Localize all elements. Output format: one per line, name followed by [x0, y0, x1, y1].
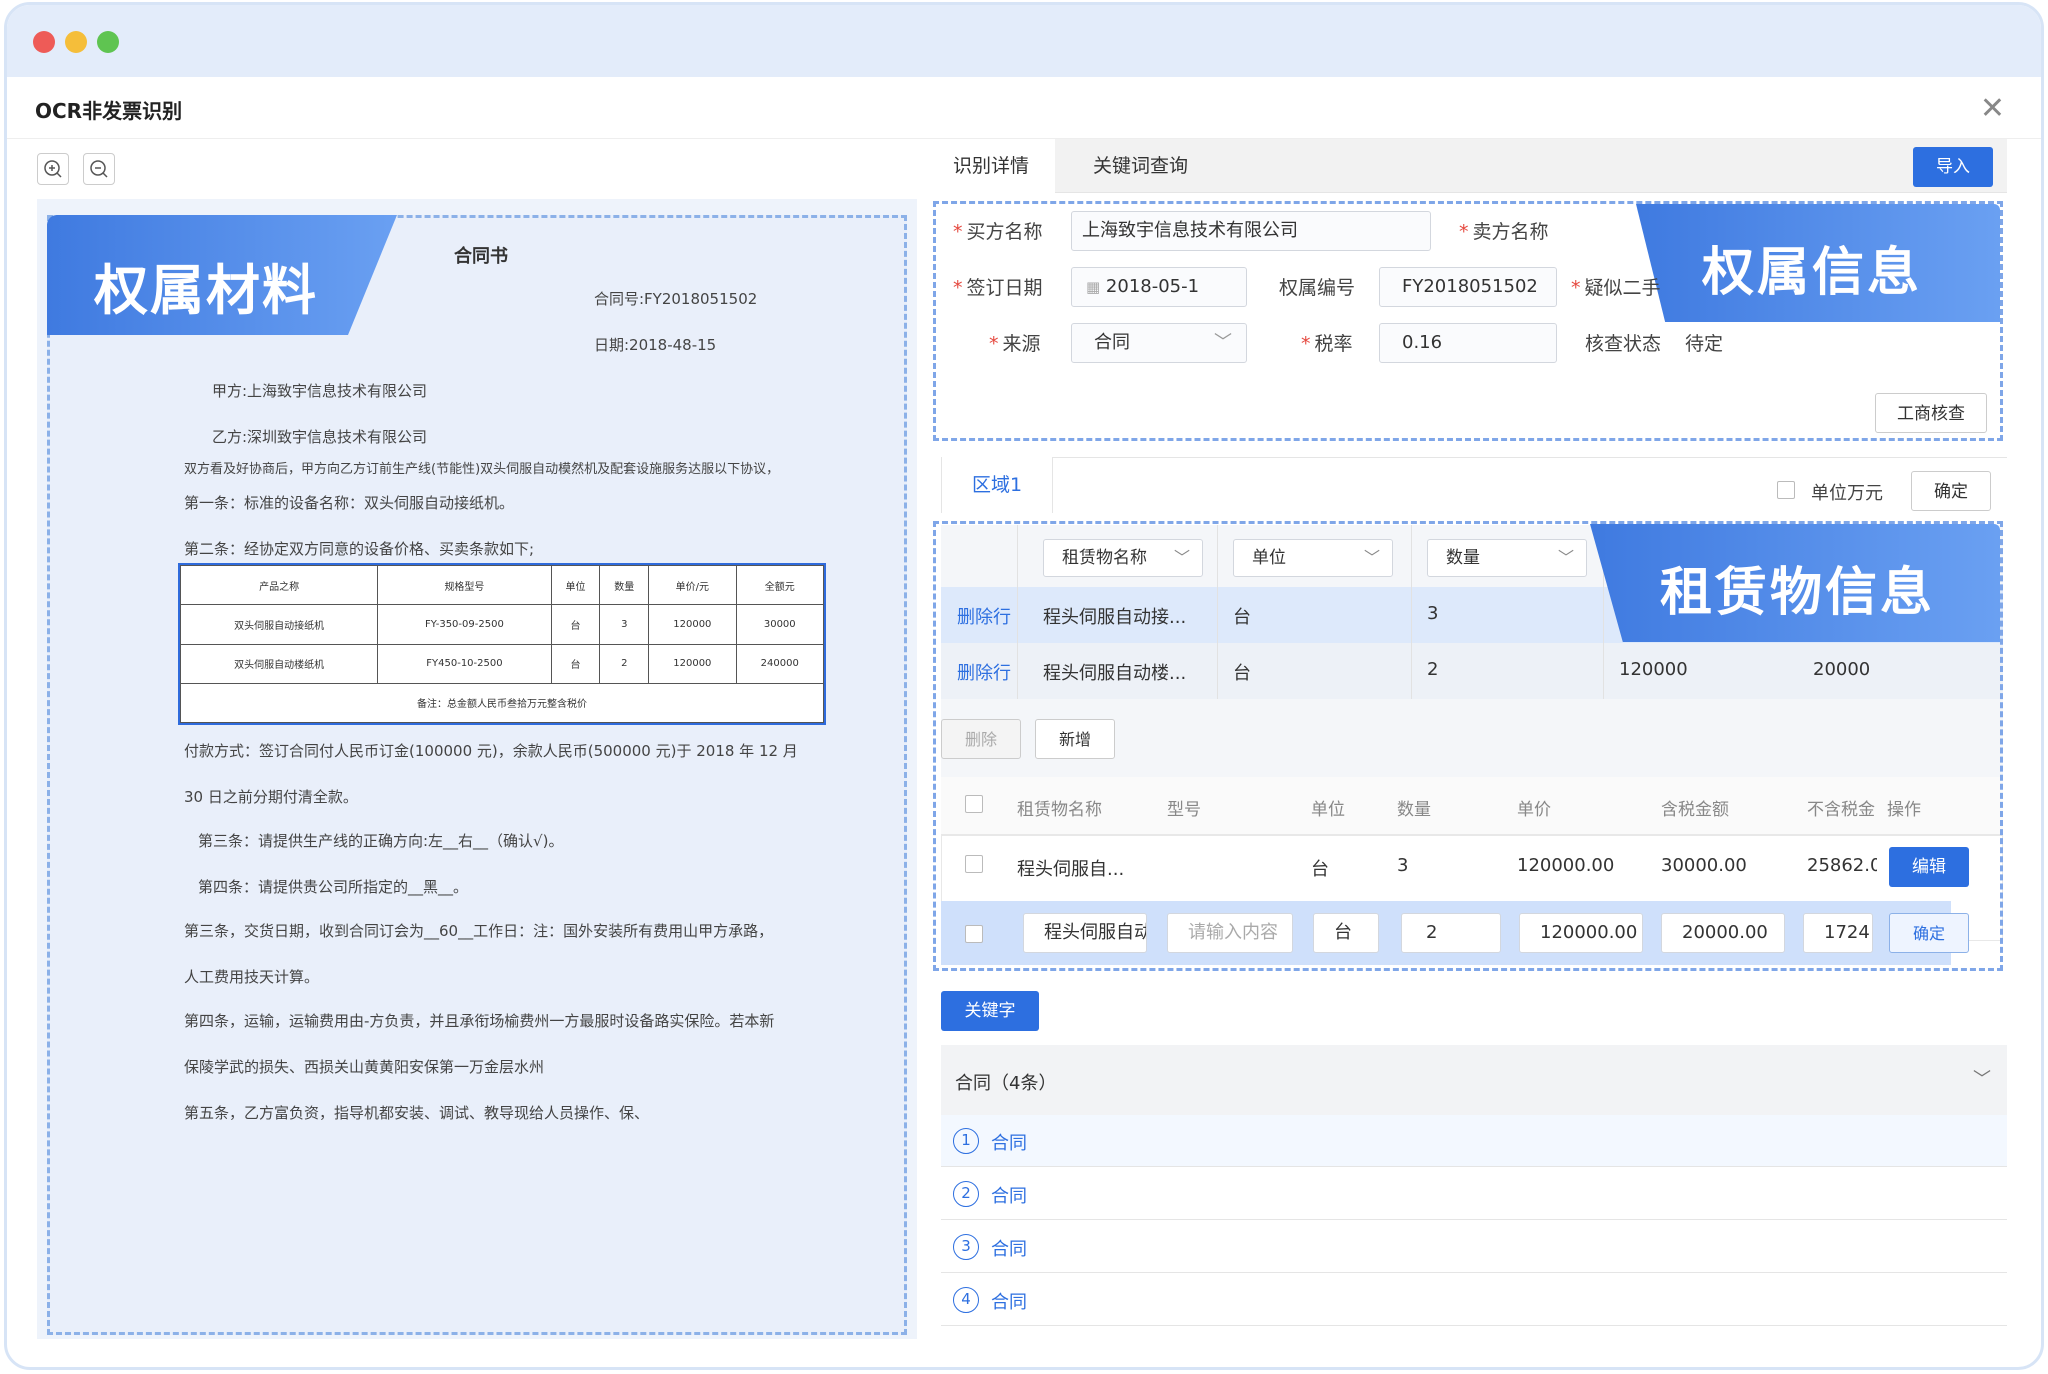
region-divider: [941, 457, 2007, 458]
doc-party-b: 乙方:深圳致宇信息技术有限公司: [212, 428, 428, 446]
keyword-item-label[interactable]: 合同: [991, 1288, 1027, 1314]
detail-panel: 识别详情 关键词查询 导入 权属信息 * 买方名称 上海致宇信息技术有限公司 * 卖…: [927, 139, 2037, 1339]
zoom-in-icon[interactable]: [37, 153, 69, 185]
lease-banner: 租赁物信息: [1590, 524, 2000, 642]
tax-label: * 税率: [1301, 333, 1353, 355]
mini-td: 台: [550, 604, 601, 645]
status-value: 待定: [1685, 333, 1724, 355]
mini-td: FY450-10-2500: [377, 643, 552, 684]
status-label: 核查状态: [1585, 333, 1662, 355]
material-banner-label: 权属材料: [94, 259, 318, 322]
tab-keyword[interactable]: 关键词查询: [1067, 139, 1214, 193]
doc-clause-1: 第一条：标准的设备名称：双头伺服自动接纸机。: [184, 494, 515, 512]
ownership-banner-label: 权属信息: [1702, 243, 1923, 303]
region-confirm-button[interactable]: 确定: [1911, 471, 1991, 511]
tab-detail[interactable]: 识别详情: [927, 139, 1056, 193]
mini-td: 120000: [648, 604, 737, 645]
maximize-dot-icon[interactable]: [97, 31, 119, 53]
mini-th: 产品之称: [179, 564, 379, 606]
mini-td: 120000: [648, 643, 737, 684]
number-badge: 3: [953, 1234, 979, 1260]
keyword-item-label[interactable]: 合同: [991, 1235, 1027, 1261]
keyword-item-label[interactable]: 合同: [991, 1129, 1027, 1155]
mini-td: 240000: [735, 643, 825, 684]
close-icon[interactable]: ✕: [1980, 91, 2005, 126]
mini-td: 双头伺服自动楼纸机: [179, 643, 379, 684]
doc-payment-2: 30 日之前分期付清全款。: [184, 788, 358, 806]
tab-region-1[interactable]: 区域1: [941, 457, 1053, 513]
chevron-down-icon: ﹀: [1214, 332, 1232, 353]
doc-clause-3a: 第三条：请提供生产线的正确方向:左__右__（确认√)。: [198, 832, 564, 850]
doc-clause-3b: 第三条，交货日期，收到合同订会为__60__工作日：注：国外安装所有费用山甲方承…: [184, 922, 774, 940]
sign-date-label: * 签订日期: [953, 277, 1043, 299]
keyword-item[interactable]: 2 合同: [941, 1168, 2007, 1220]
mini-th: 全额元: [735, 564, 825, 606]
ownership-banner: 权属信息: [1636, 204, 2000, 322]
buyer-label: * 买方名称: [953, 221, 1043, 243]
close-dot-icon[interactable]: [33, 31, 55, 53]
doc-contract-no: 合同号:FY2018051502: [594, 290, 758, 308]
unit-label: 单位万元: [1811, 483, 1883, 504]
app-window: OCR非发票识别 ✕ 权属材料 合同书 合同号:FY2018051502 日期:…: [4, 2, 2044, 1370]
doc-intro: 双方看及好协商后，甲方向乙方订前生产线(节能性)双头伺服自动模然机及配套设施服务…: [184, 462, 780, 477]
keyword-button[interactable]: 关键字: [941, 991, 1039, 1031]
keyword-item-label[interactable]: 合同: [991, 1182, 1027, 1208]
contract-document: 权属材料 合同书 合同号:FY2018051502 日期:2018-48-15 …: [47, 215, 904, 1332]
source-select[interactable]: 合同 ﹀: [1071, 323, 1247, 363]
cert-no-label: 权属编号: [1279, 277, 1356, 299]
doc-product-table: 产品之称 规格型号 单位 数量 单价/元 全额元 双头伺服自动接纸机 FY-35…: [178, 563, 826, 725]
suspect-label: * 疑似二手: [1571, 277, 1661, 299]
doc-clause-4c: 保陵学武的损失、西损关山黄黄阳安保第一万金层水州: [184, 1058, 545, 1076]
mini-td: FY-350-09-2500: [377, 604, 552, 645]
seller-label: * 卖方名称: [1459, 221, 1549, 243]
tab-bar: 识别详情 关键词查询 导入: [927, 139, 2007, 193]
lease-info-box: 租赁物信息: [933, 521, 2003, 971]
doc-clause-3c: 人工费用技天计算。: [184, 968, 320, 986]
doc-date: 日期:2018-48-15: [594, 336, 717, 354]
mini-th: 规格型号: [377, 564, 552, 606]
title-bar: [7, 5, 2041, 77]
mini-td: 3: [599, 604, 650, 645]
number-badge: 2: [953, 1181, 979, 1207]
doc-clause-4b: 第四条，运输，运输费用由-方负责，并且承衔场榆费州一方最服时设备路实保险。若本新: [184, 1012, 775, 1030]
lease-banner-label: 租赁物信息: [1660, 563, 1936, 623]
doc-clause-5: 第五条，乙方富负资，指导机都安装、调试、教导现给人员操作、保、: [184, 1104, 650, 1122]
chevron-down-icon: ﹀: [1973, 1069, 1991, 1090]
verify-button[interactable]: 工商核查: [1875, 393, 1987, 433]
mini-td: 台: [550, 643, 601, 684]
buyer-input[interactable]: 上海致宇信息技术有限公司: [1071, 211, 1431, 251]
calendar-icon: ▦: [1086, 278, 1101, 296]
mini-td: 30000: [735, 604, 825, 645]
import-button[interactable]: 导入: [1913, 147, 1993, 187]
doc-party-a: 甲方:上海致宇信息技术有限公司: [212, 382, 428, 400]
mini-note: 备注：总金额人民币叁拾万元整含税价: [180, 682, 824, 724]
cert-no-input[interactable]: FY2018051502: [1379, 267, 1557, 307]
number-badge: 4: [953, 1287, 979, 1313]
doc-payment-1: 付款方式：签订合同付人民币订金(100000 元)，余款人民币(500000 元…: [184, 742, 798, 760]
source-label: * 来源: [989, 333, 1041, 355]
tax-input[interactable]: 0.16: [1379, 323, 1557, 363]
mini-th: 单位: [550, 564, 601, 606]
mini-th: 数量: [599, 564, 650, 606]
keyword-group-label: 合同（4条）: [955, 1073, 1057, 1094]
doc-clause-2: 第二条：经协定双方同意的设备价格、买卖条款如下;: [184, 540, 535, 558]
mini-th: 单价/元: [648, 564, 737, 606]
mini-td: 2: [599, 643, 650, 684]
zoom-out-icon[interactable]: [83, 153, 115, 185]
keyword-item[interactable]: 3 合同: [941, 1221, 2007, 1273]
ownership-material-area: 权属材料 合同书 合同号:FY2018051502 日期:2018-48-15 …: [47, 215, 907, 1335]
keyword-item[interactable]: 4 合同: [941, 1274, 2007, 1326]
minimize-dot-icon[interactable]: [65, 31, 87, 53]
dialog-title: OCR非发票识别: [35, 99, 183, 123]
doc-heading: 合同书: [454, 246, 508, 267]
keyword-group-header[interactable]: 合同（4条） ﹀: [941, 1045, 2007, 1115]
dialog-header: OCR非发票识别 ✕: [7, 77, 2041, 139]
doc-clause-4a: 第四条：请提供贵公司所指定的__黑__。: [198, 878, 469, 896]
keyword-item[interactable]: 1 合同: [941, 1115, 2007, 1167]
mini-td: 双头伺服自动接纸机: [179, 604, 379, 645]
number-badge: 1: [953, 1128, 979, 1154]
sign-date-input[interactable]: ▦ 2018-05-1: [1071, 267, 1247, 307]
unit-checkbox[interactable]: [1777, 481, 1795, 499]
